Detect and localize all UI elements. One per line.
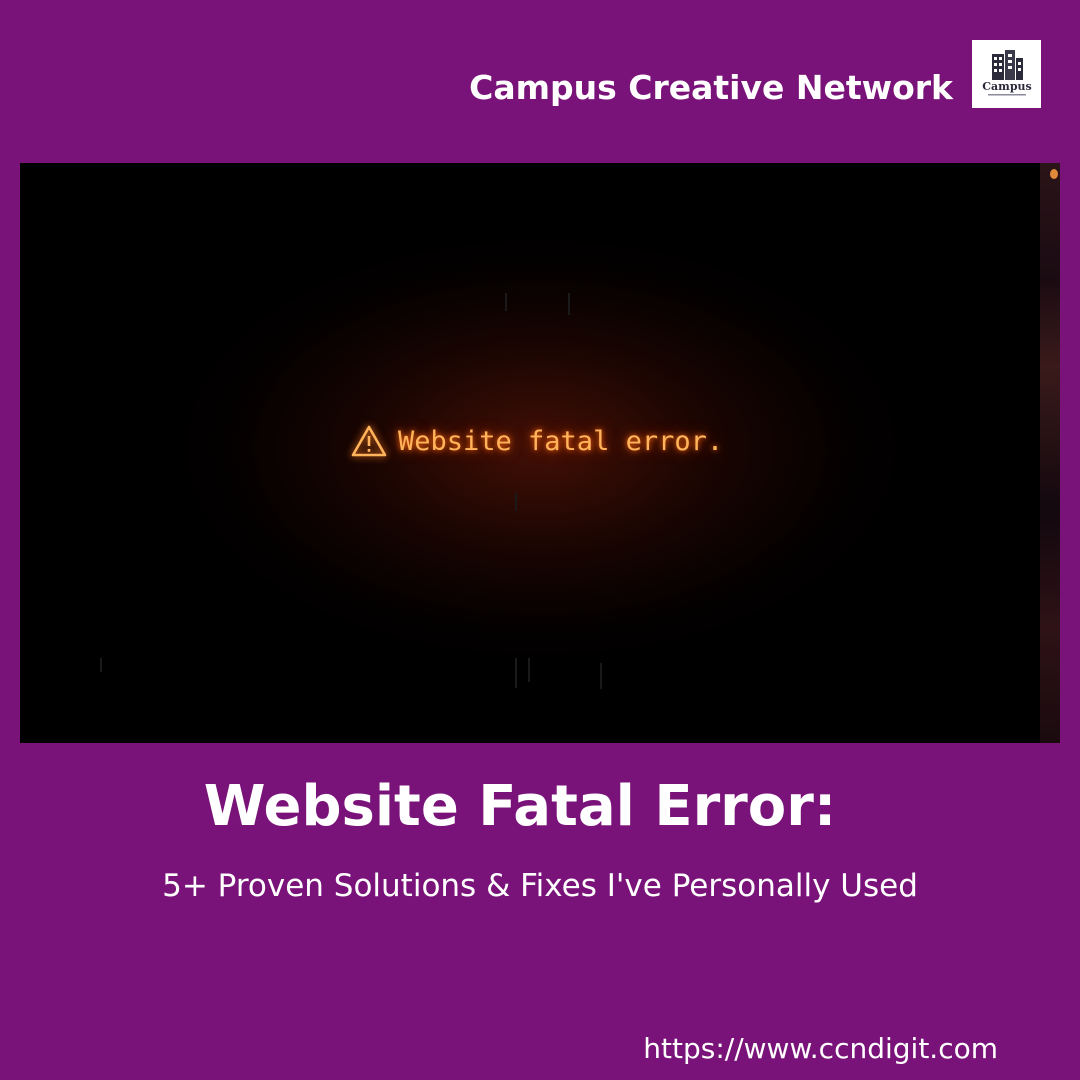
error-message: Website fatal error. (350, 421, 723, 461)
glitch-mark (515, 493, 517, 511)
hero-image: Website fatal error. (20, 163, 1060, 743)
brand-name: Campus Creative Network (469, 68, 953, 107)
glitch-mark (100, 658, 102, 672)
page-title: Website Fatal Error: (203, 774, 837, 839)
website-url: https://www.ccndigit.com (643, 1032, 998, 1065)
glitch-mark (515, 658, 517, 688)
warning-triangle-icon (350, 424, 388, 458)
page-subtitle: 5+ Proven Solutions & Fixes I've Persona… (162, 868, 918, 904)
logo-text: Campus (982, 80, 1031, 93)
error-text: Website fatal error. (398, 425, 724, 457)
glitch-mark (528, 658, 530, 682)
glitch-mark (505, 293, 507, 311)
brand-logo: Campus (972, 40, 1041, 108)
glitch-mark (568, 293, 570, 315)
glitch-mark (600, 663, 602, 689)
hero-edge-strip (1040, 163, 1060, 743)
building-logo-icon: Campus (982, 50, 1032, 96)
